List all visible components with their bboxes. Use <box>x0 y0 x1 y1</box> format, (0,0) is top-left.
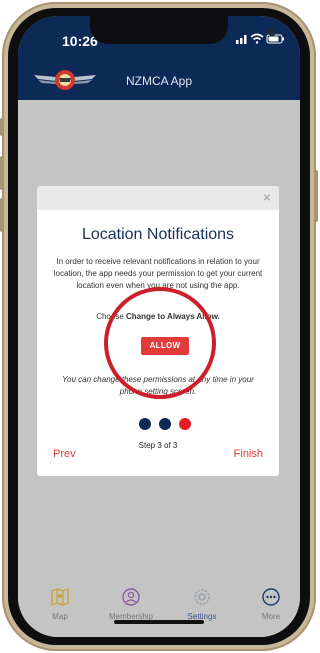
app-title: NZMCA App <box>125 74 193 88</box>
person-icon <box>122 588 140 606</box>
finish-button[interactable]: Finish <box>234 448 263 460</box>
volume-down-button <box>0 198 4 232</box>
home-indicator <box>114 620 204 624</box>
phone-screen: 10:26 NZMCA App × Location Notifications… <box>18 16 300 637</box>
front-camera <box>268 28 276 36</box>
tab-settings[interactable]: Settings <box>172 586 232 621</box>
tab-label-map: Map <box>52 612 68 621</box>
tab-map[interactable]: Map <box>30 586 90 621</box>
signal-icon <box>236 35 247 44</box>
phone-notch <box>90 16 276 44</box>
prev-button[interactable]: Prev <box>53 448 76 460</box>
modal-title: Location Notifications <box>81 226 235 243</box>
close-icon[interactable]: × <box>263 190 271 204</box>
more-icon <box>262 588 280 606</box>
volume-up-button <box>0 156 4 190</box>
status-icons <box>236 33 284 44</box>
bottom-tab-bar: Map Membership Settings More <box>18 576 300 637</box>
gear-icon <box>194 589 210 605</box>
power-button <box>314 170 318 222</box>
modal-top-bar: × <box>37 186 279 210</box>
tab-label-more: More <box>261 612 281 621</box>
tab-more[interactable]: More <box>241 586 300 621</box>
step-dot-1 <box>139 418 151 430</box>
mute-switch <box>0 118 4 136</box>
step-dot-2 <box>159 418 171 430</box>
app-header: 10:26 NZMCA App <box>18 16 300 100</box>
battery-icon <box>266 34 284 44</box>
wifi-icon <box>250 33 264 44</box>
highlight-circle <box>104 287 216 399</box>
step-dot-3 <box>179 418 191 430</box>
tab-membership[interactable]: Membership <box>101 586 161 621</box>
map-icon <box>51 587 69 607</box>
step-dots <box>139 418 199 430</box>
